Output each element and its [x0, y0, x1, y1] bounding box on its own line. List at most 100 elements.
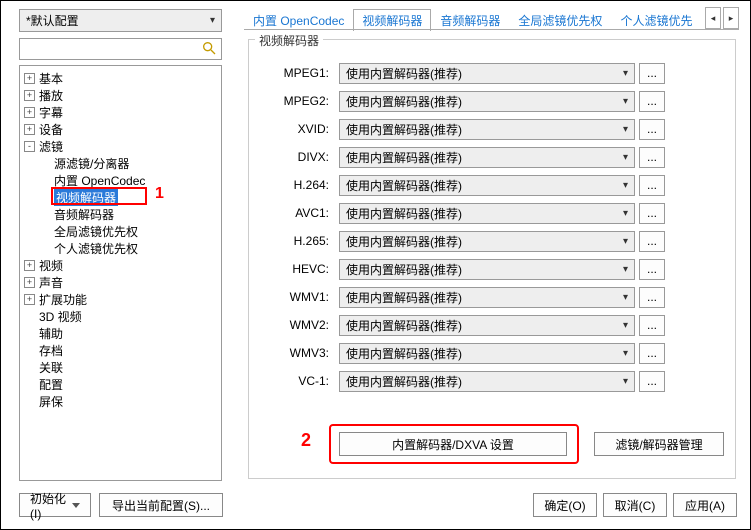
- codec-more-button[interactable]: ...: [639, 231, 665, 252]
- codec-more-button[interactable]: ...: [639, 259, 665, 280]
- codec-label: WMV1:: [259, 290, 329, 304]
- cancel-label: 取消(C): [615, 497, 656, 514]
- tree-item[interactable]: +存档: [20, 342, 221, 359]
- cancel-button[interactable]: 取消(C): [603, 493, 667, 517]
- tree-item[interactable]: 个人滤镜优先权: [20, 240, 221, 257]
- tree-item[interactable]: 源滤镜/分离器: [20, 155, 221, 172]
- codec-more-button[interactable]: ...: [639, 175, 665, 196]
- tree-item[interactable]: +声音: [20, 274, 221, 291]
- ok-button[interactable]: 确定(O): [533, 493, 597, 517]
- codec-select[interactable]: 使用内置解码器(推荐)▾: [339, 147, 635, 168]
- expand-icon[interactable]: +: [24, 260, 35, 271]
- codec-more-button[interactable]: ...: [639, 287, 665, 308]
- codec-row: MPEG2:使用内置解码器(推荐)▾...: [259, 90, 727, 112]
- codec-more-button[interactable]: ...: [639, 315, 665, 336]
- tree-item-label: 全局滤镜优先权: [54, 223, 138, 240]
- codec-label: WMV2:: [259, 318, 329, 332]
- chevron-down-icon: ▾: [210, 15, 215, 26]
- ellipsis-icon: ...: [647, 346, 657, 360]
- codec-more-button[interactable]: ...: [639, 119, 665, 140]
- tab[interactable]: 个人滤镜优先: [611, 9, 701, 31]
- tree-item[interactable]: +播放: [20, 87, 221, 104]
- codec-select-value: 使用内置解码器(推荐): [346, 93, 462, 110]
- codec-row: WMV1: 使用内置解码器(推荐)▾...: [259, 286, 727, 308]
- codec-select[interactable]: 使用内置解码器(推荐)▾: [339, 119, 635, 140]
- codec-more-button[interactable]: ...: [639, 343, 665, 364]
- tree-item[interactable]: +关联: [20, 359, 221, 376]
- filter-manager-button[interactable]: 滤镜/解码器管理: [594, 432, 724, 456]
- codec-select-value: 使用内置解码器(推荐): [346, 373, 462, 390]
- codec-row: VC-1:使用内置解码器(推荐)▾...: [259, 370, 727, 392]
- collapse-icon[interactable]: -: [24, 141, 35, 152]
- expand-icon[interactable]: +: [24, 124, 35, 135]
- tab[interactable]: 内置 OpenCodec: [244, 9, 353, 31]
- export-button[interactable]: 导出当前配置(S)...: [99, 493, 223, 517]
- codec-select[interactable]: 使用内置解码器(推荐)▾: [339, 343, 635, 364]
- tree-item-label: 内置 OpenCodec: [54, 172, 145, 189]
- tree-item[interactable]: +字幕: [20, 104, 221, 121]
- codec-select[interactable]: 使用内置解码器(推荐)▾: [339, 371, 635, 392]
- tree-item[interactable]: + 扩展功能: [20, 291, 221, 308]
- codec-row: WMV2: 使用内置解码器(推荐)▾...: [259, 314, 727, 336]
- search-input[interactable]: [19, 38, 222, 60]
- expand-icon[interactable]: +: [24, 73, 35, 84]
- chevron-down-icon: ▾: [623, 180, 628, 191]
- codec-more-button[interactable]: ...: [639, 91, 665, 112]
- codec-row: DIVX:使用内置解码器(推荐)▾...: [259, 146, 727, 168]
- chevron-down-icon: ▾: [623, 348, 628, 359]
- expand-icon[interactable]: +: [24, 277, 35, 288]
- codec-select[interactable]: 使用内置解码器(推荐)▾: [339, 231, 635, 252]
- expand-icon[interactable]: +: [24, 107, 35, 118]
- tab[interactable]: 音频解码器: [431, 9, 509, 31]
- codec-select[interactable]: 使用内置解码器(推荐)▾: [339, 287, 635, 308]
- tab-scroll-left[interactable]: ◂: [705, 7, 721, 29]
- codec-select[interactable]: 使用内置解码器(推荐)▾: [339, 175, 635, 196]
- codec-select[interactable]: 使用内置解码器(推荐)▾: [339, 91, 635, 112]
- init-label: 初始化(I): [30, 490, 68, 521]
- tree-item[interactable]: +辅助: [20, 325, 221, 342]
- profile-select-label: *默认配置: [26, 12, 79, 29]
- codec-select[interactable]: 使用内置解码器(推荐)▾: [339, 259, 635, 280]
- init-button[interactable]: 初始化(I): [19, 493, 91, 517]
- expand-icon[interactable]: +: [24, 90, 35, 101]
- ellipsis-icon: ...: [647, 206, 657, 220]
- tree-item[interactable]: +基本: [20, 70, 221, 87]
- codec-more-button[interactable]: ...: [639, 147, 665, 168]
- tree-item-label: 存档: [39, 342, 63, 359]
- tree-item[interactable]: -滤镜: [20, 138, 221, 155]
- chevron-down-icon: ▾: [623, 152, 628, 163]
- tree-item[interactable]: +屏保: [20, 393, 221, 410]
- codec-label: AVC1:: [259, 206, 329, 220]
- expand-icon[interactable]: +: [24, 294, 35, 305]
- codec-label: XVID:: [259, 122, 329, 136]
- tree-item[interactable]: 音频解码器: [20, 206, 221, 223]
- codec-select-value: 使用内置解码器(推荐): [346, 205, 462, 222]
- search-field[interactable]: [24, 42, 194, 56]
- tree-item[interactable]: +3D 视频: [20, 308, 221, 325]
- chevron-down-icon: ▾: [623, 208, 628, 219]
- codec-select[interactable]: 使用内置解码器(推荐)▾: [339, 315, 635, 336]
- tree-item-label: 扩展功能: [39, 291, 87, 308]
- tree-item[interactable]: +视频: [20, 257, 221, 274]
- tree-item[interactable]: +配置: [20, 376, 221, 393]
- tab-bar: 内置 OpenCodec视频解码器音频解码器全局滤镜优先权个人滤镜优先: [244, 7, 701, 31]
- chevron-down-icon: ▾: [623, 68, 628, 79]
- tree-item[interactable]: 视频解码器: [20, 189, 221, 206]
- apply-button[interactable]: 应用(A): [673, 493, 737, 517]
- tab[interactable]: 视频解码器: [353, 9, 431, 31]
- tree-item[interactable]: 内置 OpenCodec: [20, 172, 221, 189]
- codec-more-button[interactable]: ...: [639, 371, 665, 392]
- tab-scroll-right[interactable]: ▸: [723, 7, 739, 29]
- dxva-settings-button[interactable]: 内置解码器/DXVA 设置: [339, 432, 567, 456]
- profile-select[interactable]: *默认配置 ▾: [19, 9, 222, 32]
- chevron-down-icon: ▾: [623, 292, 628, 303]
- tab[interactable]: 全局滤镜优先权: [509, 9, 611, 31]
- codec-more-button[interactable]: ...: [639, 203, 665, 224]
- ellipsis-icon: ...: [647, 66, 657, 80]
- tree-item[interactable]: +设备: [20, 121, 221, 138]
- codec-more-button[interactable]: ...: [639, 63, 665, 84]
- codec-select[interactable]: 使用内置解码器(推荐) ▾: [339, 203, 635, 224]
- ellipsis-icon: ...: [647, 150, 657, 164]
- tree-item[interactable]: 全局滤镜优先权: [20, 223, 221, 240]
- codec-select[interactable]: 使用内置解码器(推荐)▾: [339, 63, 635, 84]
